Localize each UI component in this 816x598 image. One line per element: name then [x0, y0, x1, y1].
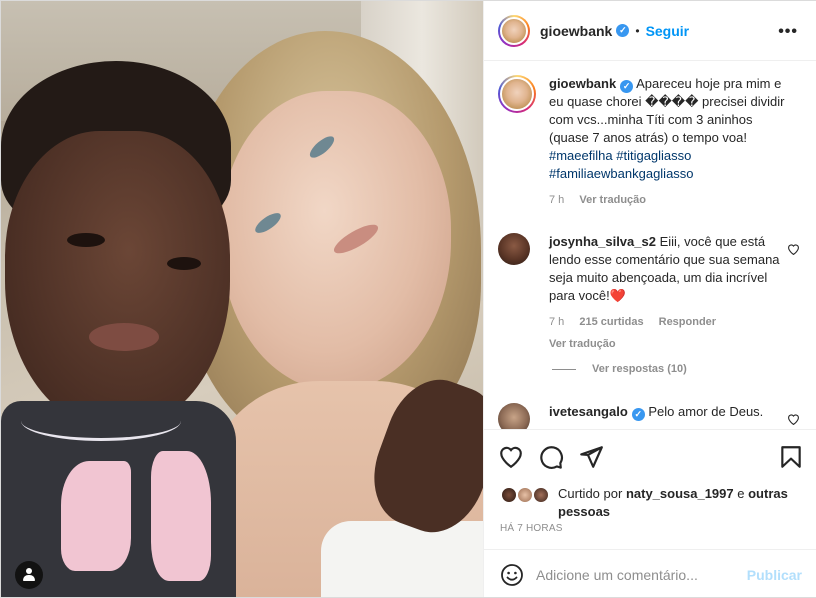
heart-icon[interactable]	[498, 444, 524, 470]
add-comment-bar: Publicar	[484, 549, 816, 597]
caption-body: gioewbank ✓ Apareceu hoje pra mim e eu qu…	[549, 75, 787, 209]
photo-child-eye	[167, 257, 201, 270]
publish-button[interactable]: Publicar	[747, 567, 802, 583]
translate-link[interactable]: Ver tradução	[579, 194, 646, 206]
heart-emoji: ❤️	[609, 288, 626, 303]
comment-username[interactable]: josynha_silva_s2	[549, 234, 656, 249]
header-separator: •	[635, 23, 640, 38]
caption-avatar[interactable]	[498, 75, 536, 113]
comment-icon[interactable]	[538, 444, 564, 470]
comment-like-icon[interactable]	[787, 243, 800, 255]
post-timestamp[interactable]: HÁ 7 HORAS	[500, 523, 563, 534]
comment-body: ivetesangalo ✓ Pelo amor de Deus.	[549, 403, 787, 421]
post-modal: gioewbank ✓ • Seguir ••• gioewbank ✓ Apar…	[0, 0, 816, 598]
avatar-image	[500, 77, 534, 111]
caption-meta: 7 h Ver tradução	[549, 191, 787, 209]
comment-username[interactable]: ivetesangalo	[549, 404, 628, 419]
photo-child-lips	[89, 323, 159, 351]
avatar-image	[500, 16, 528, 45]
commenter-avatar[interactable]	[498, 233, 530, 265]
smiley-icon[interactable]	[500, 563, 524, 587]
photo-shirt-print	[151, 451, 211, 581]
liked-by-user[interactable]: naty_sousa_1997	[626, 486, 734, 501]
hashtag-link[interactable]: #familiaewbankgagliasso	[549, 166, 694, 181]
post-header: gioewbank ✓ • Seguir •••	[484, 1, 816, 61]
post-photo[interactable]	[1, 1, 483, 597]
user-icon-head	[26, 568, 32, 574]
photo-child-eye	[67, 233, 105, 247]
liked-by-and: e	[737, 486, 745, 501]
comment-meta: 7 h 215 curtidas Responder	[549, 313, 787, 331]
photo-child-collar	[21, 401, 181, 441]
verified-badge-icon: ✓	[620, 80, 634, 93]
replies-divider	[552, 368, 576, 370]
reply-button[interactable]: Responder	[659, 316, 716, 328]
caption-username[interactable]: gioewbank	[549, 76, 616, 91]
author-avatar[interactable]	[498, 14, 530, 47]
post-sidebar: gioewbank ✓ • Seguir ••• gioewbank ✓ Apar…	[483, 1, 816, 597]
comment-input[interactable]	[536, 562, 736, 588]
liker-avatar	[532, 486, 550, 504]
translate-link[interactable]: Ver tradução	[549, 338, 616, 350]
hashtag-link[interactable]: #maeefilha	[549, 148, 613, 163]
likers-avatars[interactable]	[500, 485, 556, 505]
comment-translate-row: Ver tradução	[549, 335, 787, 353]
liked-by-prefix: Curtido por	[558, 486, 623, 501]
commenter-avatar[interactable]	[498, 403, 530, 429]
hashtag-link[interactable]: #titigagliasso	[616, 148, 691, 163]
follow-button[interactable]: Seguir	[646, 23, 690, 39]
author-username[interactable]: gioewbank	[540, 23, 612, 39]
photo-sheet	[321, 521, 483, 597]
verified-badge-icon: ✓	[631, 408, 645, 421]
photo-woman-face	[221, 91, 451, 391]
send-icon[interactable]	[578, 444, 604, 470]
tagged-users-icon[interactable]	[15, 561, 43, 589]
likes-text: Curtido por naty_sousa_1997 e outras pes…	[558, 485, 808, 521]
view-replies-label: Ver respostas (10)	[592, 363, 687, 375]
view-replies-button[interactable]: Ver respostas (10)	[552, 363, 687, 375]
comment-body: josynha_silva_s2 Eiii, você que está len…	[549, 233, 787, 353]
more-horizontal-icon[interactable]: •••	[778, 23, 798, 41]
photo-child-face	[5, 131, 230, 431]
comment-likes-count[interactable]: 215 curtidas	[579, 316, 643, 328]
post-actions	[484, 429, 816, 481]
bookmark-icon[interactable]	[778, 444, 804, 470]
caption-time[interactable]: 7 h	[549, 194, 564, 206]
user-icon-body	[23, 575, 35, 581]
comment-like-icon[interactable]	[787, 413, 800, 425]
photo-shirt-print	[61, 461, 131, 571]
comment-time[interactable]: 7 h	[549, 316, 564, 328]
comments-list[interactable]: gioewbank ✓ Apareceu hoje pra mim e eu qu…	[484, 61, 816, 429]
comment-text: Pelo amor de Deus.	[648, 404, 764, 419]
verified-badge-icon: ✓	[616, 24, 630, 37]
